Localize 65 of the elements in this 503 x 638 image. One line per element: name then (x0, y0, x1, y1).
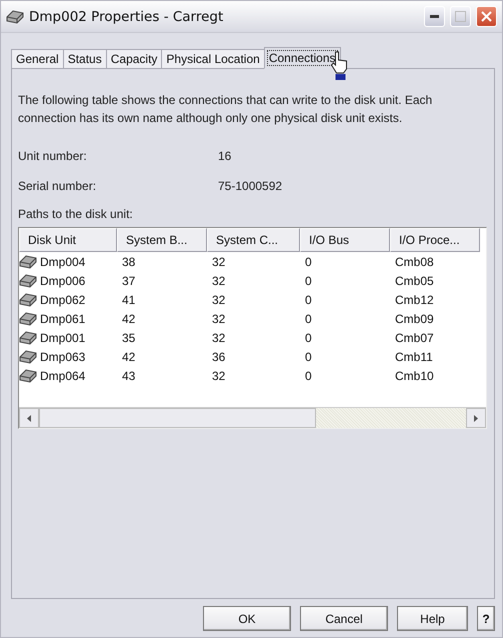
disk-name: Dmp063 (40, 350, 86, 364)
disk-name: Dmp004 (40, 254, 86, 268)
table-cell-text: 0 (304, 292, 313, 308)
table-cell-text: Cmb07 (394, 330, 435, 346)
table-cell-text: 0 (304, 348, 313, 366)
column-header[interactable]: System B... (117, 228, 207, 252)
table-cell-text: 32 (211, 272, 226, 290)
close-button[interactable] (476, 6, 497, 27)
table-cell-text: Cmb11 (394, 348, 434, 366)
table-cell-text: 38 (121, 254, 136, 270)
scroll-thumb[interactable] (39, 408, 316, 428)
table-cell-text: Cmb08 (394, 254, 435, 270)
table-cell-text: 43 (121, 368, 136, 384)
table-cell-text: Cmb10 (394, 368, 435, 384)
table-cell-text: 0 (304, 254, 313, 270)
table-cell-text: Cmb09 (394, 310, 435, 328)
table-cell-text: 35 (121, 330, 136, 346)
column-header[interactable]: I/O Proce... (390, 228, 480, 252)
table-cell-text: 0 (304, 368, 313, 384)
table-cell-text: 42 (121, 310, 136, 328)
close-icon (481, 11, 492, 22)
table-cell-text: Cmb05 (394, 272, 435, 290)
table-cell-text: 32 (211, 292, 226, 308)
disk-name: Dmp006 (40, 274, 86, 288)
help-button[interactable]: Help (397, 606, 468, 631)
field-value: 16 (218, 149, 232, 163)
table-cell-text: 37 (121, 272, 136, 290)
left-arrow-icon[interactable] (27, 414, 31, 422)
ok-button[interactable]: OK (203, 606, 291, 631)
table-cell-text: 0 (304, 310, 313, 328)
disk-name: Dmp062 (40, 292, 86, 306)
table-cell-text: 32 (211, 254, 226, 270)
column-header[interactable]: System C... (207, 228, 300, 252)
tab[interactable]: General (11, 49, 64, 69)
table-cell-text: Cmb12 (394, 292, 435, 308)
disk-name: Dmp064 (40, 368, 86, 382)
table-cell-text: 32 (211, 368, 226, 384)
disk-name: Dmp061 (40, 312, 86, 326)
minimize-button[interactable] (424, 6, 445, 27)
table-cell-text: 42 (121, 348, 136, 366)
tab[interactable]: Capacity (106, 49, 162, 69)
table-cell-text: 36 (211, 348, 226, 366)
table-cell-text: 0 (304, 330, 313, 346)
table-cell-text: 41 (121, 292, 136, 308)
right-arrow-icon[interactable] (474, 414, 478, 422)
column-header[interactable]: Disk Unit (19, 228, 117, 252)
horizontal-scrollbar[interactable] (19, 407, 486, 428)
cancel-button[interactable]: Cancel (300, 606, 388, 631)
table-cell-text: 32 (211, 310, 226, 328)
description-text: The following table shows the connections that can write to the disk unit. Each connection has its own name although only one physical disk unit exists. (18, 92, 434, 127)
whats-this-button[interactable]: ? (477, 606, 495, 631)
field-value: 75-1000592 (218, 179, 282, 193)
field-label: Serial number: (18, 179, 98, 193)
table-caption: Paths to the disk unit: (18, 207, 134, 221)
tab[interactable]: Connections (264, 47, 341, 69)
maximize-icon (455, 11, 466, 22)
disk-name: Dmp001 (40, 330, 86, 344)
table-cell-text: 32 (211, 330, 226, 346)
table-cell-text: 0 (304, 272, 313, 290)
tab[interactable]: Status (62, 49, 107, 69)
field-label: Unit number: (18, 149, 88, 163)
tab[interactable]: Physical Location (161, 49, 265, 69)
column-header[interactable]: I/O Bus (300, 228, 390, 252)
minimize-icon (430, 15, 439, 18)
window-title: Dmp002 Properties - Carregt (29, 8, 224, 24)
